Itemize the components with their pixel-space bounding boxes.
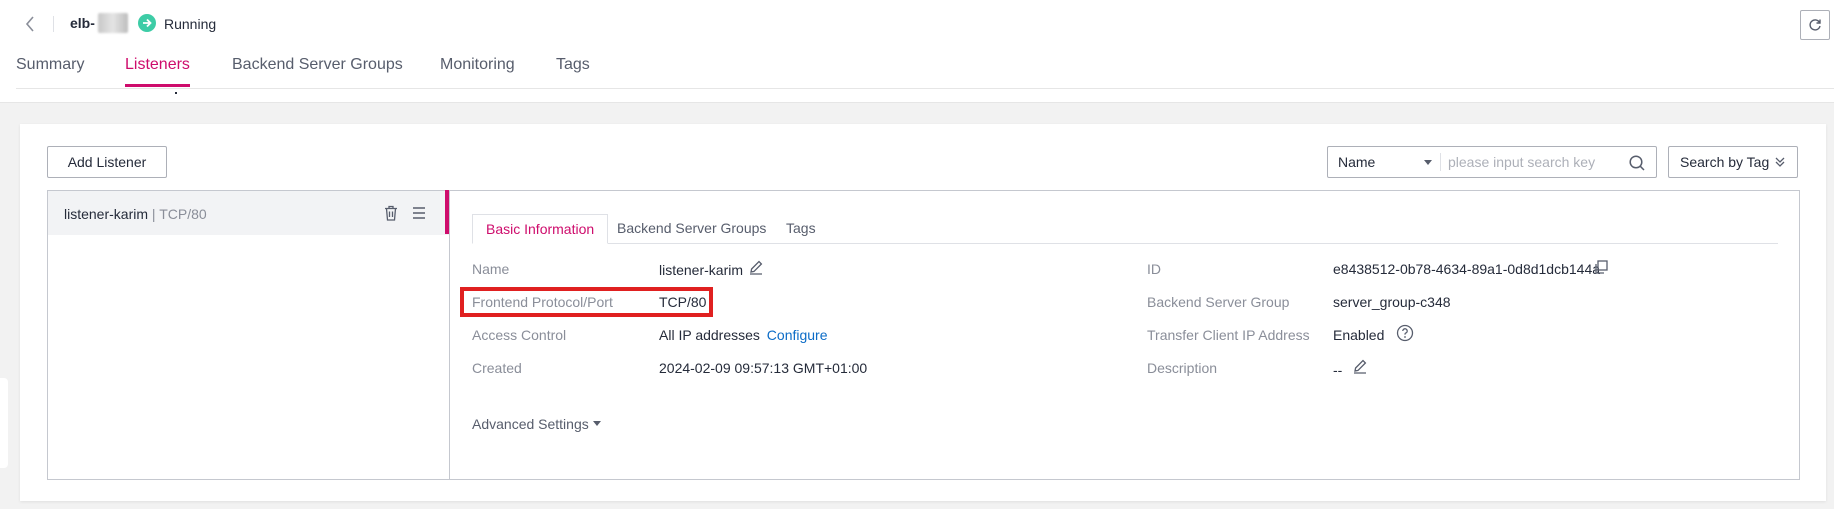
created-value: 2024-02-09 09:57:13 GMT+01:00 [659, 360, 868, 376]
tab-detail-tags[interactable]: Tags [773, 214, 829, 244]
caret-down-icon [593, 421, 601, 426]
backend-server-group-value: server_group-c348 [1333, 294, 1451, 310]
search-field-value: Name [1338, 154, 1376, 170]
transfer-client-ip-label: Transfer Client IP Address [1147, 327, 1310, 343]
listener-name: listener-karim [64, 206, 149, 222]
tab-tags[interactable]: Tags [556, 56, 590, 88]
help-icon[interactable] [1396, 324, 1414, 342]
search-by-tag-button[interactable]: Search by Tag [1668, 146, 1798, 178]
tab-summary[interactable]: Summary [16, 56, 84, 88]
status-text: Running [164, 16, 217, 32]
side-panel-handle[interactable] [0, 378, 8, 468]
search-icon[interactable] [1628, 154, 1646, 172]
name-value: listener-karim [659, 262, 744, 278]
description-label: Description [1147, 360, 1218, 376]
caret-down-icon [1424, 160, 1432, 165]
access-control-text: All IP addresses [659, 327, 760, 343]
created-label: Created [472, 360, 522, 376]
search-by-tag-label: Search by Tag [1680, 154, 1770, 170]
trash-icon[interactable] [382, 204, 400, 222]
tab-monitoring[interactable]: Monitoring [440, 56, 515, 88]
listener-protocol: TCP/80 [159, 206, 207, 222]
header-divider [53, 16, 54, 32]
name-label: Name [472, 261, 510, 277]
access-control-label: Access Control [472, 327, 567, 343]
id-label: ID [1147, 261, 1161, 277]
add-listener-button[interactable]: Add Listener [47, 146, 167, 178]
running-status-icon [138, 14, 156, 32]
resource-tabs: Summary Listeners Backend Server Groups … [0, 56, 1834, 88]
listener-list: listener-karim | TCP/80 [47, 190, 450, 480]
tab-backend-server-groups[interactable]: Backend Server Groups [232, 56, 403, 88]
refresh-icon [1809, 19, 1821, 31]
search-box: Name [1327, 146, 1657, 178]
id-value: e8438512-0b78-4634-89a1-0d8d1dcb144a [1333, 261, 1601, 277]
load-balancer-name: elb- [70, 15, 95, 31]
listener-label: listener-karim | TCP/80 [64, 206, 207, 222]
advanced-settings-toggle[interactable]: Advanced Settings [472, 416, 589, 432]
edit-description-icon[interactable] [1352, 358, 1368, 374]
access-control-value: All IP addresses Configure [659, 327, 828, 343]
description-value: -- [1333, 362, 1343, 378]
search-field-select[interactable]: Name [1328, 147, 1440, 177]
menu-icon[interactable] [410, 204, 428, 222]
tab-listeners[interactable]: Listeners [125, 56, 190, 88]
list-item[interactable]: listener-karim | TCP/80 [48, 191, 449, 235]
search-divider [1440, 153, 1441, 171]
edit-name-icon[interactable] [748, 259, 764, 275]
listener-separator: | [148, 206, 160, 222]
transfer-client-ip-value: Enabled [1333, 327, 1385, 343]
configure-link[interactable]: Configure [767, 327, 828, 343]
highlight-box [460, 287, 713, 317]
double-chevron-down-icon [1775, 157, 1785, 167]
redacted-name-mask [98, 13, 128, 33]
copy-icon[interactable] [1593, 259, 1609, 275]
search-input[interactable] [1448, 150, 1618, 174]
tab-basic-information[interactable]: Basic Information [472, 214, 609, 244]
backend-server-group-label: Backend Server Group [1147, 294, 1290, 310]
tab-marker [175, 92, 177, 94]
tab-detail-backend-server-groups[interactable]: Backend Server Groups [604, 214, 779, 244]
refresh-button[interactable] [1800, 10, 1830, 40]
tabs-divider [16, 88, 1834, 89]
back-arrow-icon[interactable] [24, 14, 42, 34]
